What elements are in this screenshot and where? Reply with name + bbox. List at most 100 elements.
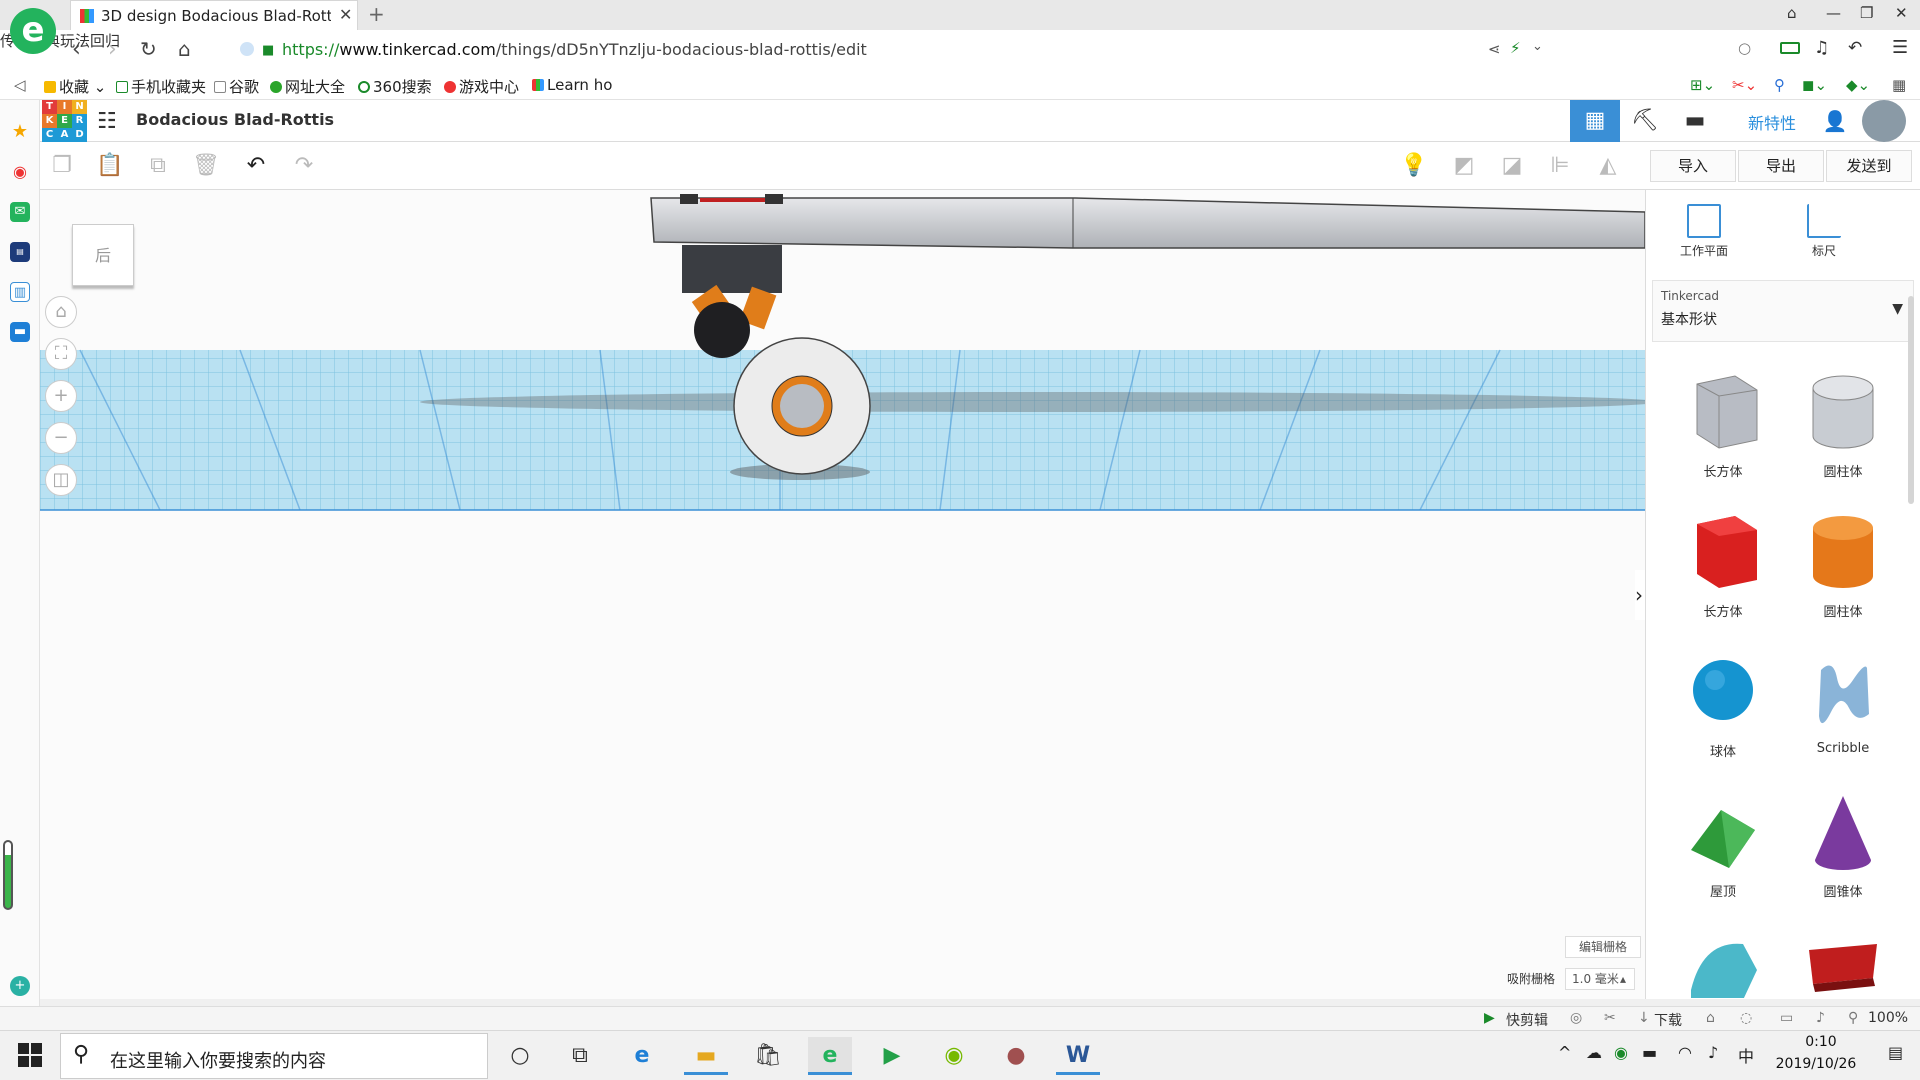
store-icon[interactable]: 🛍 <box>746 1037 790 1075</box>
extension-shield-icon[interactable]: ◆⌄ <box>1846 76 1870 94</box>
zoom-in-icon[interactable]: + <box>45 380 77 412</box>
add-sidebar-icon[interactable]: + <box>10 976 30 996</box>
zoom-out-icon[interactable]: − <box>45 422 77 454</box>
share-icon[interactable]: ⋖ <box>1488 40 1501 58</box>
workplane-tool[interactable]: 工作平面 <box>1664 204 1744 259</box>
search-icon[interactable]: ○ <box>1738 39 1751 57</box>
cloud-icon[interactable]: ☁ <box>1586 1043 1602 1062</box>
weibo-icon[interactable]: ◉ <box>10 162 30 182</box>
scene-canvas[interactable] <box>40 190 1645 999</box>
shape-roof[interactable]: 屋顶 <box>1673 790 1773 910</box>
menu-icon[interactable]: ☰ <box>1892 37 1908 58</box>
ime-indicator[interactable]: 中 <box>1738 1043 1754 1067</box>
extension-grid-icon[interactable]: ▦ <box>1892 76 1906 94</box>
paste-icon[interactable]: 📋 <box>96 152 124 180</box>
forward-button[interactable]: › <box>108 37 117 62</box>
minimize-button[interactable]: — <box>1826 4 1841 22</box>
news-icon[interactable]: ▤ <box>10 242 30 262</box>
home-button[interactable]: ⌂ <box>178 37 191 61</box>
wifi-icon[interactable]: ◠ <box>1678 1043 1692 1062</box>
bookmark-directory[interactable]: 网址大全 <box>270 76 345 97</box>
3d-workplane[interactable]: 后 ⌂ ⛶ + − ◫ › 编辑栅格 吸附栅格 1.0 毫米 ▴ <box>40 190 1645 999</box>
ortho-view-icon[interactable]: ◫ <box>45 464 77 496</box>
bookmark-google[interactable]: 谷歌 <box>214 76 259 97</box>
star-icon[interactable]: ★ <box>10 122 30 142</box>
tinkercad-logo[interactable]: T I N K E R C A D <box>42 100 88 142</box>
bookmark-mobile[interactable]: 手机收藏夹 <box>116 76 206 97</box>
fit-view-icon[interactable]: ⛶ <box>45 338 77 370</box>
shape-box[interactable]: 长方体 <box>1673 510 1773 630</box>
snap-grid-select[interactable]: 1.0 毫米 ▴ <box>1565 968 1635 990</box>
panel-scrollbar[interactable] <box>1908 296 1914 504</box>
file-explorer-icon[interactable]: ▬ <box>684 1037 728 1075</box>
url-field[interactable]: https://www.tinkercad.com/things/dD5nYTn… <box>282 40 867 59</box>
clock-date[interactable]: 2019/10/26 <box>1766 1056 1866 1072</box>
ruler-tool[interactable]: 标尺 <box>1784 204 1864 259</box>
3d-view-grid-button[interactable]: ▦ <box>1570 100 1620 142</box>
browser-logo-icon[interactable]: e <box>10 8 56 54</box>
collapse-sidebar-icon[interactable]: ◁ <box>14 76 26 94</box>
task-view-icon[interactable]: ⧉ <box>558 1037 602 1075</box>
shape-cone[interactable]: 圆锥体 <box>1793 790 1893 910</box>
export-button[interactable]: 导出 <box>1738 150 1824 182</box>
chevron-down-icon[interactable]: ⌄ <box>1532 39 1543 54</box>
speed-mode-icon[interactable]: ⚡ <box>1510 39 1521 57</box>
bookmark-360-search[interactable]: 360搜索 <box>358 76 432 97</box>
align-icon[interactable]: ⊫ <box>1546 152 1574 180</box>
zoom-icon[interactable]: ⚲ <box>1848 1010 1858 1026</box>
tray-expand-icon[interactable]: ^ <box>1558 1043 1571 1062</box>
lightbulb-icon[interactable]: 💡 <box>1400 152 1428 180</box>
design-list-icon[interactable]: ☷ <box>97 109 117 134</box>
360-browser-icon[interactable]: e <box>808 1037 852 1075</box>
windows-start-icon[interactable] <box>18 1043 42 1067</box>
battery-icon[interactable] <box>1780 42 1800 54</box>
speaker-icon[interactable]: ♪ <box>1708 1043 1718 1062</box>
download-link[interactable]: 下载 <box>1654 1010 1682 1030</box>
bookmark-favorites[interactable]: 收藏 ⌄ <box>44 76 106 97</box>
volume-icon[interactable]: ♪ <box>1816 1010 1825 1026</box>
duplicate-icon[interactable]: ⧉ <box>144 152 172 180</box>
ungroup-icon[interactable]: ◪ <box>1498 152 1526 180</box>
back-button[interactable]: ‹ <box>72 37 81 62</box>
send-to-button[interactable]: 发送到 <box>1826 150 1912 182</box>
quick-clip-link[interactable]: 快剪辑 <box>1506 1010 1548 1030</box>
extension-game-icon[interactable]: ◼⌄ <box>1802 76 1827 94</box>
bookmark-game-center[interactable]: 游戏中心 <box>444 76 519 97</box>
close-tab-icon[interactable]: ✕ <box>339 5 352 24</box>
download-icon[interactable]: ↓ <box>1638 1010 1650 1026</box>
chat-icon[interactable]: ▬ <box>10 322 30 342</box>
undo-icon[interactable]: ↶ <box>1848 38 1862 58</box>
add-user-button[interactable]: 👤 <box>1810 100 1860 142</box>
view-cube[interactable]: 后 <box>72 224 134 286</box>
skin-icon[interactable]: ⌂ <box>1787 4 1797 22</box>
design-title[interactable]: Bodacious Blad-Rottis <box>136 110 334 129</box>
shape-half-cylinder[interactable] <box>1673 930 1773 998</box>
collapse-panel-chevron-icon[interactable]: › <box>1635 570 1645 620</box>
document-icon[interactable]: ▥ <box>10 282 30 302</box>
group-icon[interactable]: ◩ <box>1450 152 1478 180</box>
import-button[interactable]: 导入 <box>1650 150 1736 182</box>
bricks-button[interactable]: ▬ <box>1670 100 1720 142</box>
new-tab-button[interactable]: + <box>368 2 385 26</box>
restore-button[interactable]: ❐ <box>1860 4 1873 22</box>
clean-icon[interactable]: ◌ <box>1740 1010 1752 1026</box>
extension-plus-icon[interactable]: ⊞⌄ <box>1690 76 1715 94</box>
cortana-icon[interactable]: ○ <box>498 1037 542 1075</box>
app-sphere-icon[interactable]: ● <box>994 1037 1038 1075</box>
shape-library-dropdown[interactable]: Tinkercad 基本形状 ▼ <box>1652 280 1914 342</box>
tools-icon[interactable]: ✂ <box>1604 1010 1616 1026</box>
close-window-button[interactable]: ✕ <box>1895 4 1908 22</box>
bookmark-learn[interactable]: Learn ho <box>532 76 612 94</box>
undo-icon[interactable]: ↶ <box>242 152 270 180</box>
new-features-link[interactable]: 新特性 <box>1748 110 1796 134</box>
mirror-icon[interactable]: ◭ <box>1594 152 1622 180</box>
mail-icon[interactable]: ✉ <box>10 202 30 222</box>
edit-grid-button[interactable]: 编辑栅格 <box>1565 936 1641 958</box>
headset-icon[interactable]: ♫ <box>1814 38 1829 58</box>
taskbar-search-input[interactable]: ⚲ 在这里输入你要搜索的内容 <box>60 1033 488 1079</box>
shape-scribble[interactable]: Scribble <box>1793 650 1893 770</box>
copy-icon[interactable]: ❐ <box>48 152 76 180</box>
trash-icon[interactable]: 🗑 <box>192 152 220 180</box>
home-view-icon[interactable]: ⌂ <box>45 296 77 328</box>
extension-cut-icon[interactable]: ✂⌄ <box>1732 76 1757 94</box>
